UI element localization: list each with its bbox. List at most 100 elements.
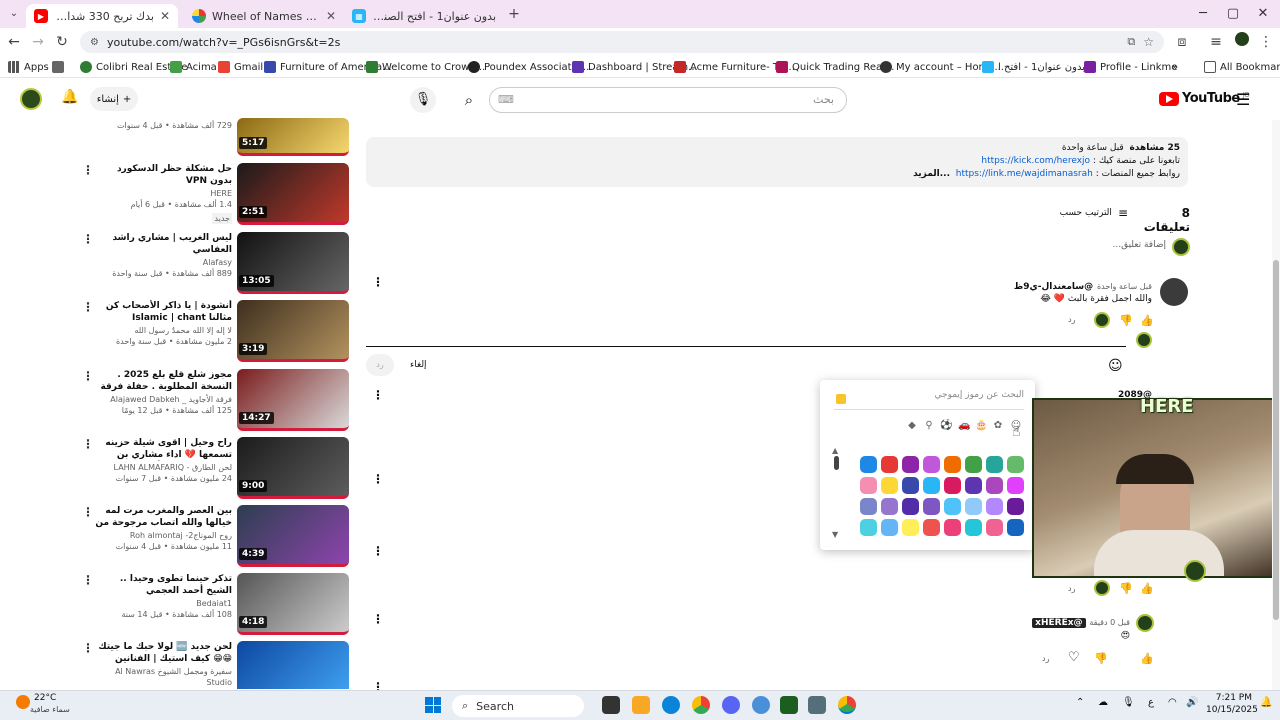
notification-bell-icon[interactable]: 🔔 xyxy=(1260,697,1272,708)
more-options-icon[interactable]: ⋮ xyxy=(82,300,94,314)
create-button[interactable]: إنشاء + xyxy=(90,87,138,111)
channel-name[interactable]: Bedaiat1 xyxy=(94,598,232,609)
emoji-category-food-icon[interactable]: 🎂 xyxy=(975,420,987,432)
site-info-icon[interactable]: ⚙ xyxy=(90,37,99,48)
emoji-icon[interactable] xyxy=(1007,477,1024,494)
close-tab-icon[interactable]: ✕ xyxy=(326,9,336,23)
show-more-link[interactable]: ...المزيد xyxy=(913,169,950,179)
add-comment-input[interactable]: إضافة تعليق... xyxy=(400,240,1166,250)
emoji-icon[interactable] xyxy=(923,477,940,494)
bookmark-acima[interactable]: Acima xyxy=(170,59,217,75)
channel-name[interactable]: لا إله إلا الله محمدٌ رسول الله xyxy=(94,325,232,336)
emoji-icon[interactable] xyxy=(923,519,940,536)
chrome-active-icon[interactable] xyxy=(838,696,856,714)
linkme-link[interactable]: https://link.me/wajdimanasrah xyxy=(956,169,1093,179)
more-options-icon[interactable]: ⋮ xyxy=(82,641,94,655)
like-icon[interactable]: 👍 xyxy=(1140,314,1154,327)
more-options-icon[interactable]: ⋮ xyxy=(82,163,94,177)
more-options-icon[interactable]: ⋮ xyxy=(82,573,94,587)
microphone-icon[interactable]: 🎙 xyxy=(1122,697,1135,708)
emoji-button-icon[interactable]: ☺ xyxy=(1108,358,1123,374)
related-video-item[interactable]: 5:17 729 ألف مشاهدة • قبل 4 سنوات xyxy=(80,118,352,158)
close-window-icon[interactable]: ✕ xyxy=(1248,4,1278,24)
taskbar-search[interactable]: ⌕ Search xyxy=(452,695,584,717)
dislike-icon[interactable]: 👎 xyxy=(1094,652,1108,665)
all-bookmarks[interactable]: All Bookmarks xyxy=(1204,59,1280,75)
avatar[interactable] xyxy=(1136,614,1154,632)
more-options-icon[interactable]: ⋮ xyxy=(82,369,94,383)
related-video-item[interactable]: 2:51 ⋮ حل مشكلة حظر الدسكورد بدون VPN HER… xyxy=(80,163,352,229)
emoji-icon[interactable] xyxy=(902,519,919,536)
emoji-category-activities-icon[interactable]: ⚽ xyxy=(940,420,952,432)
media-controls-icon[interactable]: ≡ xyxy=(1206,32,1226,52)
bookmark-quick-trading[interactable]: Quick Trading Real... xyxy=(776,59,894,75)
volume-icon[interactable]: 🔊 xyxy=(1186,697,1198,708)
discord-icon[interactable] xyxy=(722,696,740,714)
emoji-icon[interactable] xyxy=(881,456,898,473)
reply-button[interactable]: رد xyxy=(1042,654,1049,663)
more-options-icon[interactable]: ⋮ xyxy=(372,388,384,402)
scroll-down-arrow-icon[interactable]: ▼ xyxy=(832,530,838,539)
emoji-icon[interactable] xyxy=(965,519,982,536)
emoji-search-input[interactable]: البحث عن رموز إيموجي xyxy=(834,390,1024,410)
more-options-icon[interactable]: ⋮ xyxy=(372,472,384,486)
emoji-category-travel-icon[interactable]: 🚗 xyxy=(958,420,970,432)
scrollbar-thumb[interactable] xyxy=(1273,260,1279,620)
emoji-icon[interactable] xyxy=(944,519,961,536)
emoji-icon[interactable] xyxy=(902,456,919,473)
forward-arrow-icon[interactable]: → xyxy=(28,32,48,52)
related-video-item[interactable]: ⋮ لحن جديد 🆕 لولا حبك ما جيتك 😁😁 كيف است… xyxy=(80,641,352,689)
bookmark-linkme[interactable]: Profile - Linkme xyxy=(1084,59,1177,75)
emoji-icon[interactable] xyxy=(881,477,898,494)
weather-temp[interactable]: 22°C xyxy=(34,693,56,703)
app-window-icon[interactable] xyxy=(808,696,826,714)
emoji-icon[interactable] xyxy=(944,498,961,515)
comment-author[interactable]: @xHEREx xyxy=(1032,618,1086,628)
edge-icon[interactable] xyxy=(662,696,680,714)
search-icon[interactable]: ⌕ xyxy=(452,87,486,113)
more-options-icon[interactable]: ⋮ xyxy=(372,612,384,626)
close-tab-icon[interactable]: ✕ xyxy=(160,9,170,23)
search-input[interactable]: بحث ⌨ xyxy=(489,87,847,113)
notifications-bell-icon[interactable]: 🔔 xyxy=(60,89,80,109)
address-bar[interactable]: ⚙ youtube.com/watch?v=_PGs6isnGrs&t=2s ⧉… xyxy=(80,31,1164,53)
emoji-icon[interactable] xyxy=(902,498,919,515)
related-video-item[interactable]: 13:05 ⋮ ليس الغريب | مشاري راشد العفاسي A… xyxy=(80,232,352,298)
more-options-icon[interactable]: ⋮ xyxy=(372,544,384,558)
bookmark-gmail[interactable]: Gmail xyxy=(218,59,263,75)
emoji-icon[interactable] xyxy=(860,456,877,473)
keyboard-icon[interactable]: ⌨ xyxy=(498,88,514,112)
bookmark-star-icon[interactable]: ☆ xyxy=(1143,35,1154,49)
related-video-item[interactable]: 4:18 ⋮ تذكر حينما تطوى وحيدا .. الشيخ أح… xyxy=(80,573,352,639)
voice-search-mic-icon[interactable]: 🎙 xyxy=(410,87,436,113)
emoji-icon[interactable] xyxy=(923,498,940,515)
emoji-icon[interactable] xyxy=(923,456,940,473)
kick-link[interactable]: https://kick.com/herexjo xyxy=(981,156,1090,166)
emoji-icon[interactable] xyxy=(1007,519,1024,536)
video-thumbnail[interactable]: 13:05 xyxy=(237,232,349,294)
emoji-icon[interactable] xyxy=(860,477,877,494)
heart-icon[interactable]: ♡ xyxy=(1068,650,1080,665)
video-thumbnail[interactable]: 3:19 xyxy=(237,300,349,362)
emoji-icon[interactable] xyxy=(881,519,898,536)
reply-button[interactable]: رد xyxy=(1068,315,1075,324)
more-options-icon[interactable]: ⋮ xyxy=(372,275,384,289)
reload-icon[interactable]: ↻ xyxy=(52,32,72,52)
app-icon[interactable] xyxy=(752,696,770,714)
emoji-icon[interactable] xyxy=(944,456,961,473)
emoji-picker[interactable]: البحث عن رموز إيموجي ◆ ⚲ ⚽ 🚗 🎂 ✿ ☺ ▲ ▼ xyxy=(820,380,1035,550)
windows-start-icon[interactable] xyxy=(425,697,441,713)
like-icon[interactable]: 👍 xyxy=(1140,652,1154,665)
tab-open-box[interactable]: ▦ بدون عنوان1 - افتح الصندوق xyxy=(344,4,504,28)
file-explorer-icon[interactable] xyxy=(632,696,650,714)
emoji-icon[interactable] xyxy=(860,519,877,536)
related-video-item[interactable]: 4:39 ⋮ بين العصر والمغرب مرت لمه خيالها … xyxy=(80,505,352,571)
emoji-icon[interactable] xyxy=(986,498,1003,515)
channel-name[interactable]: فرقة الأجاويد _ Alajawed Dabkeh xyxy=(94,394,232,405)
emoji-icon[interactable] xyxy=(965,498,982,515)
video-thumbnail[interactable]: 14:27 xyxy=(237,369,349,431)
emoji-category-nature-icon[interactable]: ✿ xyxy=(992,420,1004,432)
cancel-button[interactable]: إلغاء xyxy=(410,360,427,370)
page-scrollbar[interactable] xyxy=(1272,120,1280,690)
emoji-icon[interactable] xyxy=(1007,456,1024,473)
